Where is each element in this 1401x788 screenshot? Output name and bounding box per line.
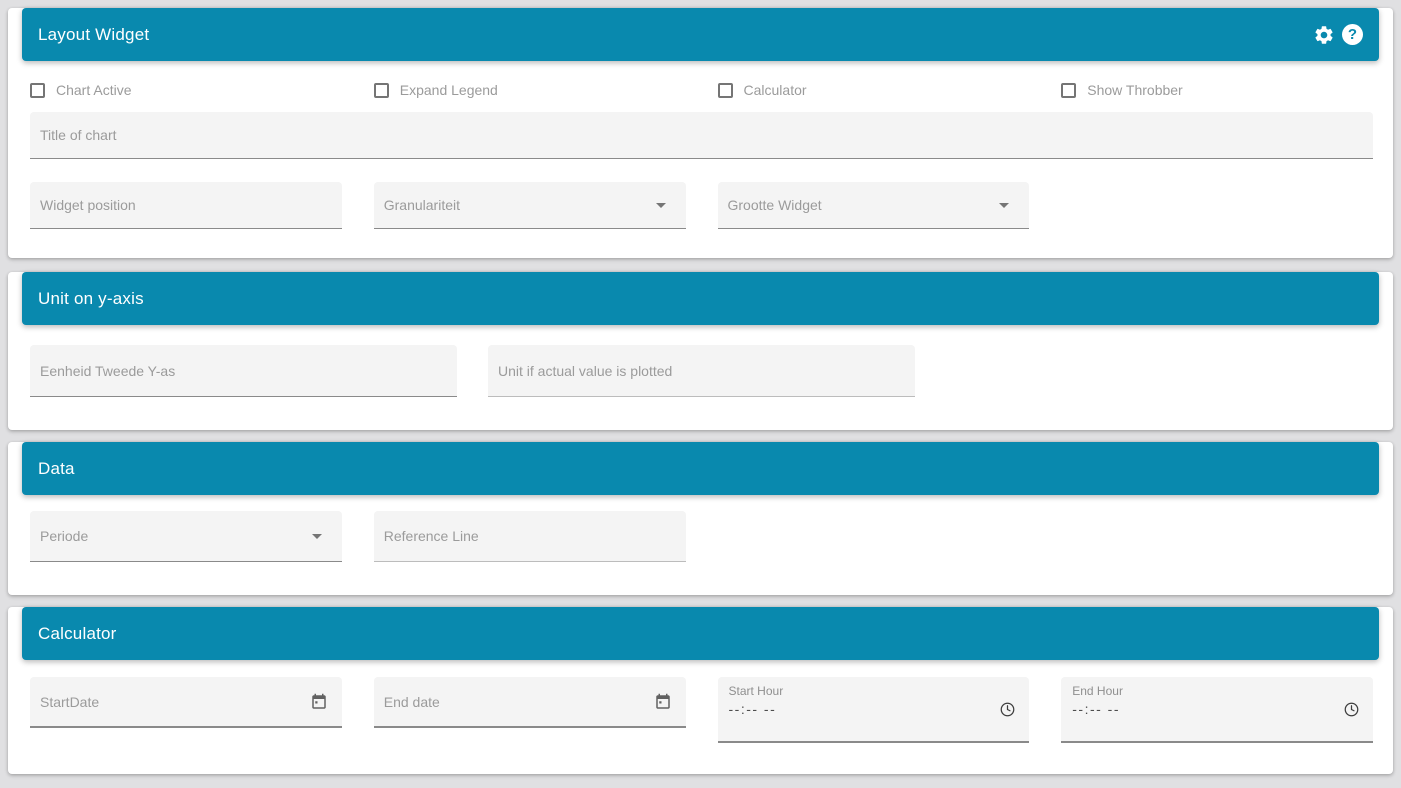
chart-title-placeholder: Title of chart bbox=[40, 127, 1361, 143]
checkbox-row: Chart Active Expand Legend Calculator Sh… bbox=[30, 82, 1373, 98]
data-card: Data Periode Reference Line bbox=[8, 442, 1393, 595]
chevron-down-icon bbox=[656, 203, 666, 208]
layout-fields-row: Widget position Granulariteit Grootte Wi… bbox=[30, 182, 1373, 229]
end-date-placeholder: End date bbox=[384, 694, 654, 710]
start-hour-value: --:-- -- bbox=[729, 701, 1001, 717]
second-y-axis-unit-input[interactable]: Eenheid Tweede Y-as bbox=[30, 345, 457, 397]
calculator-header: Calculator bbox=[22, 607, 1379, 660]
checkbox-box-icon[interactable] bbox=[718, 83, 733, 98]
data-body: Periode Reference Line bbox=[8, 495, 1393, 595]
checkbox-show-throbber[interactable]: Show Throbber bbox=[1061, 82, 1373, 98]
checkbox-box-icon[interactable] bbox=[374, 83, 389, 98]
layout-widget-header: Layout Widget ? bbox=[22, 8, 1379, 61]
section-title-unit-y-axis: Unit on y-axis bbox=[38, 289, 1363, 309]
start-hour-input[interactable]: Start Hour --:-- -- bbox=[718, 677, 1030, 743]
checkbox-label: Show Throbber bbox=[1087, 82, 1182, 98]
checkbox-label: Expand Legend bbox=[400, 82, 498, 98]
chevron-down-icon bbox=[999, 203, 1009, 208]
chart-title-input[interactable]: Title of chart bbox=[30, 112, 1373, 159]
section-title-calculator: Calculator bbox=[38, 624, 1363, 644]
checkbox-label: Calculator bbox=[744, 82, 807, 98]
reference-line-placeholder: Reference Line bbox=[384, 528, 674, 544]
checkbox-expand-legend[interactable]: Expand Legend bbox=[374, 82, 686, 98]
reference-line-input[interactable]: Reference Line bbox=[374, 511, 686, 562]
second-y-axis-unit-placeholder: Eenheid Tweede Y-as bbox=[40, 363, 445, 379]
checkbox-label: Chart Active bbox=[56, 82, 131, 98]
start-date-placeholder: StartDate bbox=[40, 694, 310, 710]
end-hour-value-row: --:-- -- bbox=[1072, 701, 1359, 717]
end-hour-label: End Hour bbox=[1072, 684, 1359, 698]
checkbox-box-icon[interactable] bbox=[1061, 83, 1076, 98]
calculator-body: StartDate End date Start Hour --:-- -- E… bbox=[8, 660, 1393, 774]
header-actions: ? bbox=[1313, 24, 1363, 46]
start-date-input[interactable]: StartDate bbox=[30, 677, 342, 728]
granularity-placeholder: Granulariteit bbox=[384, 197, 656, 213]
widget-position-placeholder: Widget position bbox=[40, 197, 330, 213]
periode-select[interactable]: Periode bbox=[30, 511, 342, 562]
section-title-data: Data bbox=[38, 459, 1363, 479]
widget-size-placeholder: Grootte Widget bbox=[728, 197, 1000, 213]
checkbox-chart-active[interactable]: Chart Active bbox=[30, 82, 342, 98]
section-title-layout-widget: Layout Widget bbox=[38, 25, 1313, 45]
data-header: Data bbox=[22, 442, 1379, 495]
unit-y-axis-card: Unit on y-axis Eenheid Tweede Y-as Unit … bbox=[8, 272, 1393, 430]
unit-y-axis-body: Eenheid Tweede Y-as Unit if actual value… bbox=[8, 325, 1393, 430]
unit-y-axis-header: Unit on y-axis bbox=[22, 272, 1379, 325]
end-hour-input[interactable]: End Hour --:-- -- bbox=[1061, 677, 1373, 743]
end-date-input[interactable]: End date bbox=[374, 677, 686, 728]
layout-widget-body: Chart Active Expand Legend Calculator Sh… bbox=[8, 61, 1393, 258]
start-hour-value-row: --:-- -- bbox=[729, 701, 1016, 717]
checkbox-calculator[interactable]: Calculator bbox=[718, 82, 1030, 98]
end-hour-value: --:-- -- bbox=[1072, 701, 1344, 717]
granularity-select[interactable]: Granulariteit bbox=[374, 182, 686, 229]
clock-icon[interactable] bbox=[1000, 702, 1015, 717]
checkbox-box-icon[interactable] bbox=[30, 83, 45, 98]
layout-widget-card: Layout Widget ? Chart Active Expand Lege… bbox=[8, 8, 1393, 258]
widget-position-input[interactable]: Widget position bbox=[30, 182, 342, 229]
actual-value-unit-placeholder: Unit if actual value is plotted bbox=[498, 363, 903, 379]
gear-icon bbox=[1313, 24, 1335, 46]
chevron-down-icon bbox=[312, 534, 322, 539]
calendar-icon[interactable] bbox=[310, 693, 328, 711]
calendar-icon[interactable] bbox=[654, 693, 672, 711]
settings-button[interactable] bbox=[1313, 24, 1335, 46]
actual-value-unit-input[interactable]: Unit if actual value is plotted bbox=[488, 345, 915, 397]
periode-placeholder: Periode bbox=[40, 528, 312, 544]
widget-size-select[interactable]: Grootte Widget bbox=[718, 182, 1030, 229]
calculator-card: Calculator StartDate End date Start Hour… bbox=[8, 607, 1393, 774]
help-button[interactable]: ? bbox=[1342, 24, 1363, 45]
start-hour-label: Start Hour bbox=[729, 684, 1016, 698]
help-icon: ? bbox=[1342, 24, 1363, 45]
clock-icon[interactable] bbox=[1344, 702, 1359, 717]
